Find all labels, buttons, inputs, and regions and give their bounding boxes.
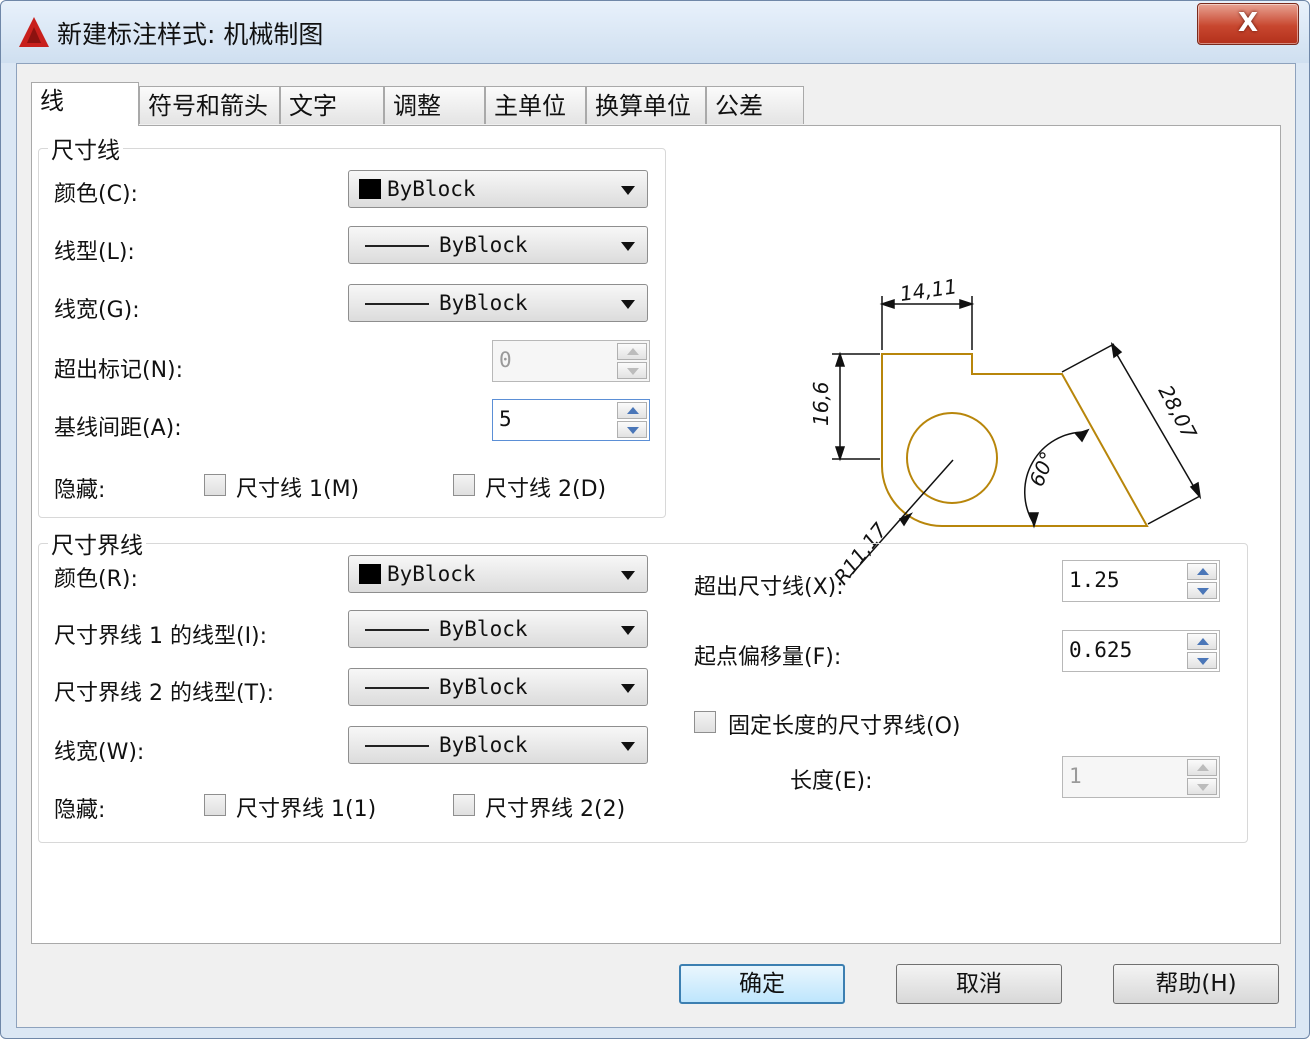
ext-color-value: ByBlock — [387, 562, 476, 586]
ext-linetype1-combo[interactable]: ByBlock — [348, 610, 648, 648]
spin-down-icon[interactable] — [617, 421, 647, 438]
ext-lines-group-title: 尺寸界线 — [48, 526, 146, 560]
tab-alternate-units[interactable]: 换算单位 — [586, 86, 706, 124]
dim-suppress-label: 隐藏: — [54, 478, 106, 503]
lineweight-sample-icon — [365, 303, 429, 305]
cancel-button[interactable]: 取消 — [896, 964, 1062, 1004]
tab-panel-lines: 尺寸线 颜色(C): ByBlock 线型(L): ByBlock 线宽(G):… — [31, 125, 1281, 944]
suppress-ext-line-2-label: 尺寸界线 2(2) — [485, 797, 626, 822]
baseline-spacing-label: 基线间距(A): — [54, 416, 182, 441]
suppress-dim-line-2-checkbox[interactable] — [453, 474, 475, 496]
autocad-logo-icon — [19, 17, 49, 47]
offset-from-origin-value: 0.625 — [1069, 638, 1133, 662]
ext-linetype2-label: 尺寸界线 2 的线型(T): — [54, 681, 275, 706]
dropdown-arrow-icon — [621, 186, 635, 195]
spin-down-icon[interactable] — [617, 362, 647, 379]
tab-text[interactable]: 文字 — [280, 86, 384, 124]
extend-ticks-spinner[interactable]: 0 — [492, 340, 650, 382]
fixed-length-checkbox[interactable] — [694, 711, 716, 733]
extend-beyond-spinner[interactable]: 1.25 — [1062, 560, 1220, 602]
color-swatch — [359, 179, 381, 199]
dim-lineweight-combo[interactable]: ByBlock — [348, 284, 648, 322]
suppress-ext-line-2-checkbox[interactable] — [453, 794, 475, 816]
dialog-client-area: 线 符号和箭头 文字 调整 主单位 换算单位 公差 尺寸线 颜色(C): ByB… — [16, 63, 1296, 1028]
dropdown-arrow-icon — [621, 684, 635, 693]
dim-color-combo[interactable]: ByBlock — [348, 170, 648, 208]
offset-from-origin-label: 起点偏移量(F): — [694, 645, 842, 670]
suppress-ext-line-1-checkbox[interactable] — [204, 794, 226, 816]
preview-shape — [881, 353, 1149, 527]
ext-linetype1-label: 尺寸界线 1 的线型(I): — [54, 624, 268, 649]
ok-button[interactable]: 确定 — [679, 964, 845, 1004]
spin-up-icon[interactable] — [1187, 759, 1217, 776]
close-button[interactable]: X — [1197, 3, 1299, 45]
baseline-spacing-value: 5 — [499, 407, 512, 431]
dim-linetype-combo[interactable]: ByBlock — [348, 226, 648, 264]
dialog-window: 新建标注样式: 机械制图 X 线 符号和箭头 文字 调整 主单位 换算单位 公差… — [0, 0, 1310, 1039]
color-swatch — [359, 564, 381, 584]
spin-up-icon[interactable] — [1187, 563, 1217, 580]
dim-color-label: 颜色(C): — [54, 182, 138, 207]
suppress-ext-line-1-label: 尺寸界线 1(1) — [236, 797, 377, 822]
ext-linetype2-value: ByBlock — [439, 675, 528, 699]
extend-ticks-value: 0 — [499, 348, 512, 372]
spin-down-icon[interactable] — [1187, 582, 1217, 599]
preview-dim-slant-text: 28,07 — [1154, 381, 1202, 443]
ext-lineweight-combo[interactable]: ByBlock — [348, 726, 648, 764]
tab-fit[interactable]: 调整 — [384, 86, 485, 124]
length-label: 长度(E): — [790, 769, 873, 794]
dropdown-arrow-icon — [621, 571, 635, 580]
ext-linetype2-combo[interactable]: ByBlock — [348, 668, 648, 706]
ext-linetype1-value: ByBlock — [439, 617, 528, 641]
dim-color-value: ByBlock — [387, 177, 476, 201]
linetype-sample-icon — [365, 687, 429, 689]
spin-up-icon[interactable] — [617, 402, 647, 419]
ext-suppress-label: 隐藏: — [54, 798, 106, 823]
fixed-length-label: 固定长度的尺寸界线(O) — [728, 714, 961, 739]
baseline-spacing-spinner[interactable]: 5 — [492, 399, 650, 441]
dropdown-arrow-icon — [621, 300, 635, 309]
dropdown-arrow-icon — [621, 242, 635, 251]
tab-tolerances[interactable]: 公差 — [706, 86, 804, 124]
linetype-sample-icon — [365, 245, 429, 247]
ext-lineweight-value: ByBlock — [439, 733, 528, 757]
extend-ticks-label: 超出标记(N): — [54, 358, 184, 383]
preview-dim-angle-text: 60° — [1024, 448, 1060, 490]
dim-linetype-value: ByBlock — [439, 233, 528, 257]
preview-dim-top-text: 14,11 — [898, 274, 958, 306]
ext-color-combo[interactable]: ByBlock — [348, 555, 648, 593]
tab-primary-units[interactable]: 主单位 — [485, 86, 586, 124]
length-spinner[interactable]: 1 — [1062, 756, 1220, 798]
ext-color-label: 颜色(R): — [54, 567, 138, 592]
spin-up-icon[interactable] — [1187, 633, 1217, 650]
dim-lineweight-value: ByBlock — [439, 291, 528, 315]
suppress-dim-line-1-label: 尺寸线 1(M) — [236, 477, 360, 502]
tab-symbols-arrows[interactable]: 符号和箭头 — [139, 86, 280, 124]
title-bar[interactable]: 新建标注样式: 机械制图 X — [1, 1, 1309, 63]
spin-down-icon[interactable] — [1187, 778, 1217, 795]
ext-lineweight-label: 线宽(W): — [54, 740, 145, 765]
offset-from-origin-spinner[interactable]: 0.625 — [1062, 630, 1220, 672]
dim-lineweight-label: 线宽(G): — [54, 298, 140, 323]
length-value: 1 — [1069, 764, 1082, 788]
spin-down-icon[interactable] — [1187, 652, 1217, 669]
tab-lines[interactable]: 线 — [31, 82, 139, 126]
extend-beyond-value: 1.25 — [1069, 568, 1120, 592]
lineweight-sample-icon — [365, 745, 429, 747]
dim-linetype-label: 线型(L): — [54, 240, 135, 265]
suppress-dim-line-1-checkbox[interactable] — [204, 474, 226, 496]
help-button[interactable]: 帮助(H) — [1113, 964, 1279, 1004]
suppress-dim-line-2-label: 尺寸线 2(D) — [485, 477, 607, 502]
preview-dim-left-text: 16,6 — [809, 381, 833, 426]
extend-beyond-label: 超出尺寸线(X): — [694, 575, 844, 600]
window-title: 新建标注样式: 机械制图 — [57, 20, 324, 49]
spin-up-icon[interactable] — [617, 343, 647, 360]
dropdown-arrow-icon — [621, 626, 635, 635]
linetype-sample-icon — [365, 629, 429, 631]
dropdown-arrow-icon — [621, 742, 635, 751]
dim-lines-group-title: 尺寸线 — [48, 131, 123, 165]
close-icon: X — [1237, 8, 1259, 38]
